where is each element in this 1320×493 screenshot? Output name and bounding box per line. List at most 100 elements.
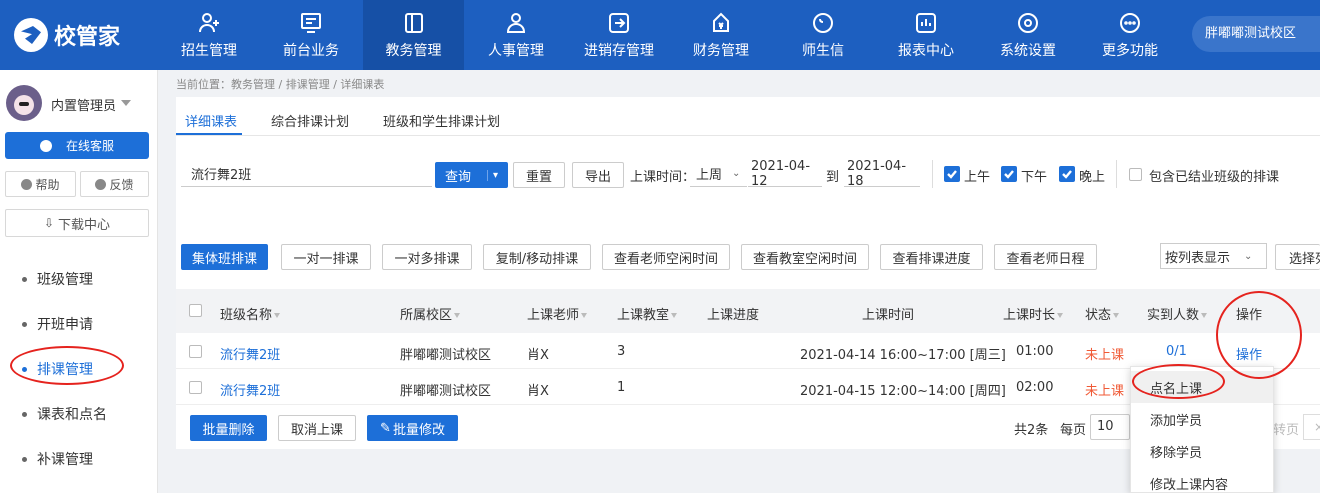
- chevron-down-icon[interactable]: [121, 100, 131, 106]
- col-label: 班级名称: [220, 308, 273, 323]
- col-duration[interactable]: 上课时长: [1003, 304, 1064, 323]
- teacher-cell: 肖X: [527, 384, 549, 399]
- select-all-checkbox[interactable]: [189, 304, 202, 317]
- col-label: 上课老师: [527, 308, 580, 323]
- batch-delete-button[interactable]: 批量删除: [190, 415, 267, 441]
- select-columns-button[interactable]: 选择列: [1275, 244, 1320, 270]
- logo[interactable]: 校管家: [14, 18, 120, 52]
- sidebar-item-timetable[interactable]: 课表和点名: [0, 392, 158, 436]
- dropdown-item-add-student[interactable]: 添加学员: [1150, 410, 1202, 429]
- nav-item-settings[interactable]: 系统设置: [987, 0, 1069, 70]
- include-finished-checkbox[interactable]: [1129, 168, 1142, 181]
- tab-class-student-plan[interactable]: 班级和学生排课计划: [383, 111, 500, 130]
- view-mode-value: 按列表显示: [1165, 250, 1231, 266]
- nav-item-academic[interactable]: 教务管理: [363, 0, 464, 70]
- sidebar-item-makeup[interactable]: 补课管理: [0, 437, 158, 481]
- col-room[interactable]: 上课教室: [617, 304, 678, 323]
- nav-item-frontdesk[interactable]: 前台业务: [264, 0, 358, 70]
- nav-label: 教务管理: [385, 43, 442, 59]
- row-checkbox[interactable]: [189, 345, 202, 358]
- sort-icon: [581, 313, 588, 318]
- col-attendance[interactable]: 实到人数: [1147, 304, 1208, 323]
- col-campus[interactable]: 所属校区: [400, 304, 461, 323]
- online-service-button[interactable]: 在线客服: [5, 132, 149, 159]
- help-button[interactable]: 帮助: [5, 171, 76, 197]
- afternoon-checkbox[interactable]: [1001, 166, 1017, 182]
- status-badge: 未上课: [1085, 348, 1125, 363]
- tab-overall-plan[interactable]: 综合排课计划: [271, 111, 349, 130]
- gear-icon: [1015, 10, 1041, 36]
- download-label: 下载中心: [58, 217, 111, 233]
- bar-chart-icon: [913, 10, 939, 36]
- chevron-down-icon[interactable]: ▾: [486, 169, 498, 181]
- page-size-select[interactable]: 10: [1090, 414, 1130, 440]
- export-button[interactable]: 导出: [572, 162, 624, 188]
- col-time: 上课时间: [862, 308, 915, 323]
- period-select[interactable]: 上周 ⌄: [690, 161, 747, 187]
- view-mode-select[interactable]: 按列表显示 ⌄: [1160, 243, 1267, 269]
- divider: [932, 160, 933, 188]
- nav-item-finance[interactable]: 财务管理: [680, 0, 762, 70]
- tab-detail-schedule[interactable]: 详细课表: [185, 111, 237, 130]
- nav-label: 更多功能: [1102, 43, 1158, 59]
- nav-item-hr[interactable]: 人事管理: [474, 0, 558, 70]
- campus-cell: 胖嘟嘟测试校区: [400, 348, 492, 363]
- cancel-class-button[interactable]: 取消上课: [278, 415, 356, 441]
- attendance-link[interactable]: 0/1: [1166, 344, 1187, 359]
- class-name-link[interactable]: 流行舞2班: [220, 380, 280, 399]
- morning-checkbox[interactable]: [944, 166, 960, 182]
- nav-label: 系统设置: [1000, 43, 1056, 59]
- class-name-link[interactable]: 流行舞2班: [220, 344, 280, 363]
- nav-item-messages[interactable]: 师生信: [787, 0, 859, 70]
- row-checkbox[interactable]: [189, 381, 202, 394]
- col-label: 实到人数: [1147, 308, 1200, 323]
- batch-edit-label: 批量修改: [392, 422, 445, 438]
- close-icon[interactable]: ×: [1303, 414, 1320, 440]
- query-label: 查询: [444, 169, 471, 185]
- bullet-icon: [22, 411, 27, 417]
- room-free-time-button[interactable]: 查看教室空闲时间: [741, 244, 869, 270]
- total-count: 共2条: [1014, 423, 1049, 438]
- dropdown-item-remove-student[interactable]: 移除学员: [1150, 442, 1202, 461]
- one-on-one-schedule-button[interactable]: 一对一排课: [281, 244, 371, 270]
- col-class-name[interactable]: 班级名称: [220, 304, 281, 323]
- nav-item-inventory[interactable]: 进销存管理: [572, 0, 666, 70]
- nav-item-reports[interactable]: 报表中心: [885, 0, 967, 70]
- sidebar-item-label: 开班申请: [37, 317, 93, 333]
- date-from-input[interactable]: 2021-04-12: [748, 159, 822, 189]
- download-center-button[interactable]: ⇩ 下载中心: [5, 209, 149, 237]
- sort-icon: [454, 313, 461, 318]
- user-name[interactable]: 内置管理员: [51, 95, 116, 114]
- batch-edit-button[interactable]: ✎ 批量修改: [367, 415, 458, 441]
- teacher-free-time-button[interactable]: 查看老师空闲时间: [602, 244, 730, 270]
- teacher-calendar-button[interactable]: 查看老师日程: [994, 244, 1097, 270]
- one-to-many-schedule-button[interactable]: 一对多排课: [382, 244, 472, 270]
- col-status[interactable]: 状态: [1085, 304, 1120, 323]
- date-to-input[interactable]: 2021-04-18: [844, 159, 920, 189]
- help-label: 帮助: [35, 177, 60, 192]
- table-row[interactable]: [176, 333, 1320, 369]
- group-schedule-button[interactable]: 集体班排课: [181, 244, 268, 270]
- annotation-circle: [1216, 291, 1302, 379]
- sidebar-item-class-management[interactable]: 班级管理: [0, 257, 158, 301]
- sidebar-item-class-application[interactable]: 开班申请: [0, 302, 158, 346]
- sidebar-item-label: 课表和点名: [37, 407, 107, 423]
- money-bag-icon: [708, 10, 734, 36]
- feedback-button[interactable]: 反馈: [80, 171, 149, 197]
- goto-page-button[interactable]: 转页: [1273, 419, 1299, 438]
- reset-button[interactable]: 重置: [513, 162, 565, 188]
- evening-checkbox[interactable]: [1059, 166, 1075, 182]
- class-search-input[interactable]: 流行舞2班: [181, 161, 432, 187]
- nav-item-enrollment[interactable]: 招生管理: [166, 0, 252, 70]
- morning-label: 上午: [964, 170, 991, 185]
- query-button[interactable]: 查询 ▾: [435, 162, 508, 188]
- col-teacher[interactable]: 上课老师: [527, 304, 588, 323]
- dropdown-item-edit-content[interactable]: 修改上课内容: [1150, 474, 1228, 493]
- schedule-progress-button[interactable]: 查看排课进度: [880, 244, 983, 270]
- school-switcher[interactable]: 胖嘟嘟测试校区: [1192, 16, 1320, 52]
- sort-icon: [1113, 313, 1120, 318]
- avatar[interactable]: [6, 85, 42, 121]
- nav-item-more[interactable]: 更多功能: [1089, 0, 1171, 70]
- copy-move-schedule-button[interactable]: 复制/移动排课: [483, 244, 591, 270]
- pencil-icon: ✎: [380, 420, 391, 436]
